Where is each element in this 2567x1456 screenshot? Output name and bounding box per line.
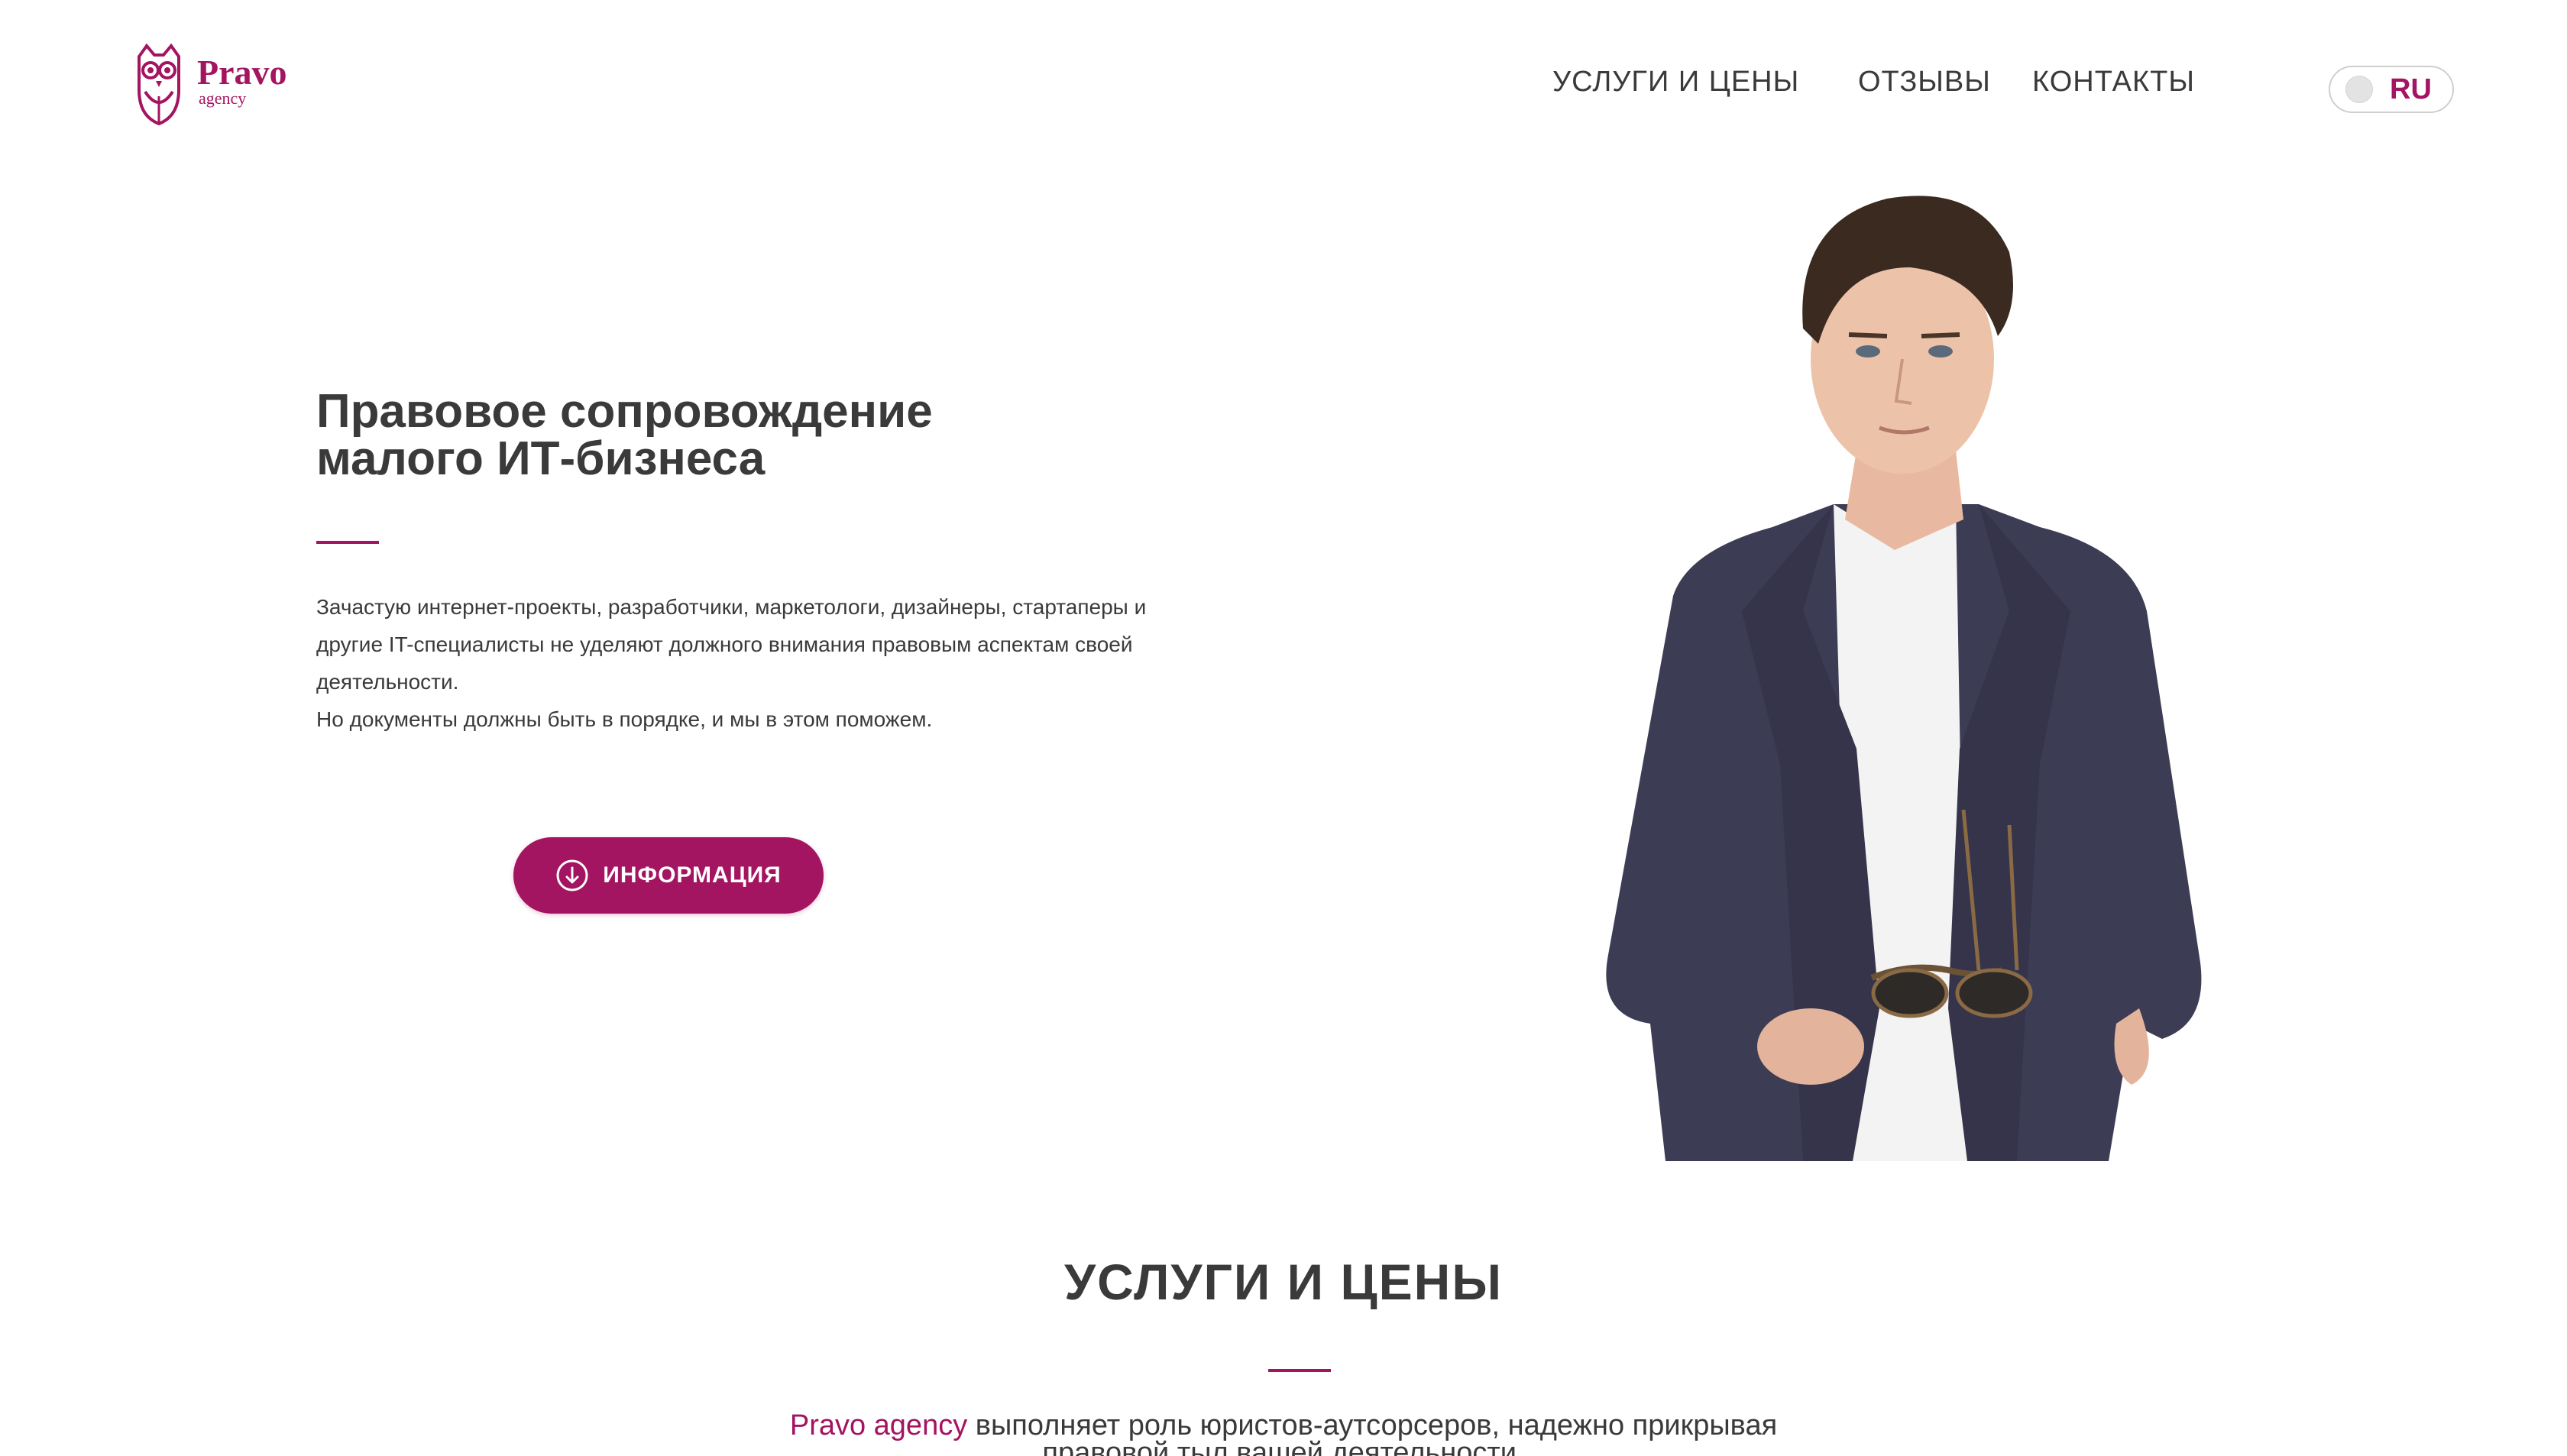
hero-description: Зачастую интернет-проекты, разработчики,… — [316, 588, 1279, 738]
nav-contacts[interactable]: КОНТАКТЫ — [2032, 66, 2195, 99]
hero-person-image — [1606, 196, 2202, 1161]
nav-reviews[interactable]: ОТЗЫВЫ — [1858, 66, 1991, 99]
toggle-knob — [2345, 76, 2373, 103]
info-button[interactable]: ИНФОРМАЦИЯ — [513, 837, 824, 914]
services-divider — [1268, 1369, 1331, 1372]
owl-logo-icon — [138, 43, 180, 126]
hero-desc-line-2: другие IT-специалисты не уделяют должног… — [316, 633, 1133, 656]
hero-divider — [316, 541, 379, 544]
brand-name: Pravo agency — [789, 1409, 968, 1441]
logo-name: Pravo — [197, 53, 287, 92]
hero-title-line-1: Правовое сопровождение — [316, 385, 933, 438]
hero-desc-line-4: Но документы должны быть в порядке, и мы… — [316, 707, 933, 731]
language-label: RU — [2390, 73, 2432, 105]
services-description: Pravo agency выполняет роль юристов-аутс… — [0, 1409, 2567, 1456]
logo[interactable]: Pravo agency — [128, 43, 312, 128]
info-button-label: ИНФОРМАЦИЯ — [603, 862, 782, 888]
logo-subtitle: agency — [199, 89, 247, 108]
hero-title: Правовое сопровождение малого ИТ-бизнеса — [316, 388, 1080, 483]
nav-services-prices[interactable]: УСЛУГИ И ЦЕНЫ — [1552, 66, 1799, 99]
hero-title-line-2: малого ИТ-бизнеса — [316, 432, 766, 485]
services-desc-line-1: Pravo agency выполняет роль юристов-аутс… — [0, 1409, 2567, 1441]
hero-desc-line-1: Зачастую интернет-проекты, разработчики,… — [316, 595, 1147, 619]
arrow-down-circle-icon — [556, 859, 588, 891]
language-toggle[interactable]: RU — [2329, 66, 2454, 113]
hero-desc-line-3: деятельности. — [316, 670, 459, 694]
services-desc-line-2: правовой тыл вашей деятельности. — [1042, 1437, 1525, 1456]
services-title: УСЛУГИ И ЦЕНЫ — [1064, 1254, 1503, 1310]
